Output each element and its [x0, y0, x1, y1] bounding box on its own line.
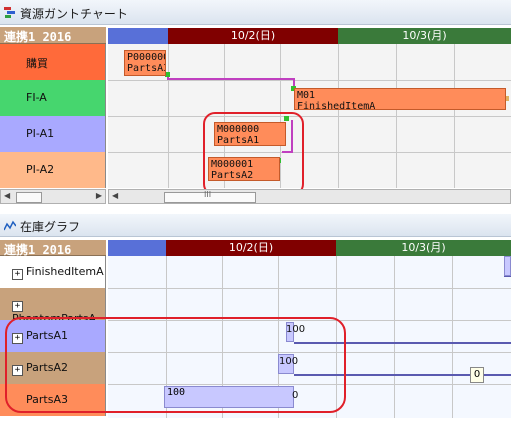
- scroll-left-arrow-icon[interactable]: ◀: [112, 191, 118, 200]
- gantt-hscrollbar[interactable]: ◀ III: [108, 189, 511, 204]
- inventory-title: 在庫グラフ: [20, 220, 81, 234]
- grid-line: [108, 288, 511, 289]
- gantt-panel: 資源ガントチャート 連携1 2016 10/2(日) 10/3(月) 購買 FI…: [0, 0, 511, 205]
- inventory-corner-label: 連携1 2016: [0, 240, 106, 257]
- inventory-row-header[interactable]: + FinishedItemA: [0, 256, 106, 288]
- row-name: FinishedItemA: [26, 265, 104, 278]
- grid-line: [452, 256, 453, 418]
- scroll-grip: III: [204, 190, 212, 199]
- graph-icon: [4, 220, 16, 231]
- row-header-hscrollbar[interactable]: ◀ ▶: [0, 189, 106, 204]
- inventory-bar[interactable]: [504, 256, 511, 276]
- bar-line2: PartsA3: [127, 63, 166, 74]
- gantt-bar[interactable]: P000000 PartsA3: [124, 50, 166, 76]
- inventory-row-header[interactable]: +PhantomPartsA: [0, 288, 106, 325]
- inventory-day-prev: [108, 240, 166, 256]
- highlight-box: [5, 317, 346, 413]
- inventory-day-label: 10/2(日): [228, 241, 274, 254]
- level-line: [504, 276, 511, 277]
- scroll-left-arrow-icon[interactable]: ◀: [4, 191, 10, 200]
- inventory-day-header: 10/2(日): [166, 240, 336, 256]
- inventory-row-label: + FinishedItemA: [12, 265, 104, 280]
- highlight-box: [203, 112, 304, 196]
- gantt-bar[interactable]: M01 FinishedItemA: [294, 88, 506, 110]
- inventory-panel: 在庫グラフ 連携1 2016 10/2(日) 10/3(月) + Finished…: [0, 214, 511, 421]
- expand-icon[interactable]: +: [12, 269, 23, 280]
- inventory-day-header: 10/3(月): [336, 240, 511, 256]
- scroll-right-arrow-icon[interactable]: ▶: [96, 191, 102, 200]
- scroll-thumb[interactable]: [16, 192, 42, 203]
- inventory-titlebar: 在庫グラフ: [0, 214, 511, 237]
- grid-line: [394, 256, 395, 418]
- bar-line2: FinishedItemA: [297, 101, 376, 110]
- inventory-day-label: 10/3(月): [401, 241, 446, 254]
- bar-line1: P000000: [127, 52, 166, 63]
- value-tooltip: 0: [470, 367, 484, 383]
- bar-line1: M01: [297, 90, 316, 101]
- expand-icon[interactable]: +: [12, 301, 23, 312]
